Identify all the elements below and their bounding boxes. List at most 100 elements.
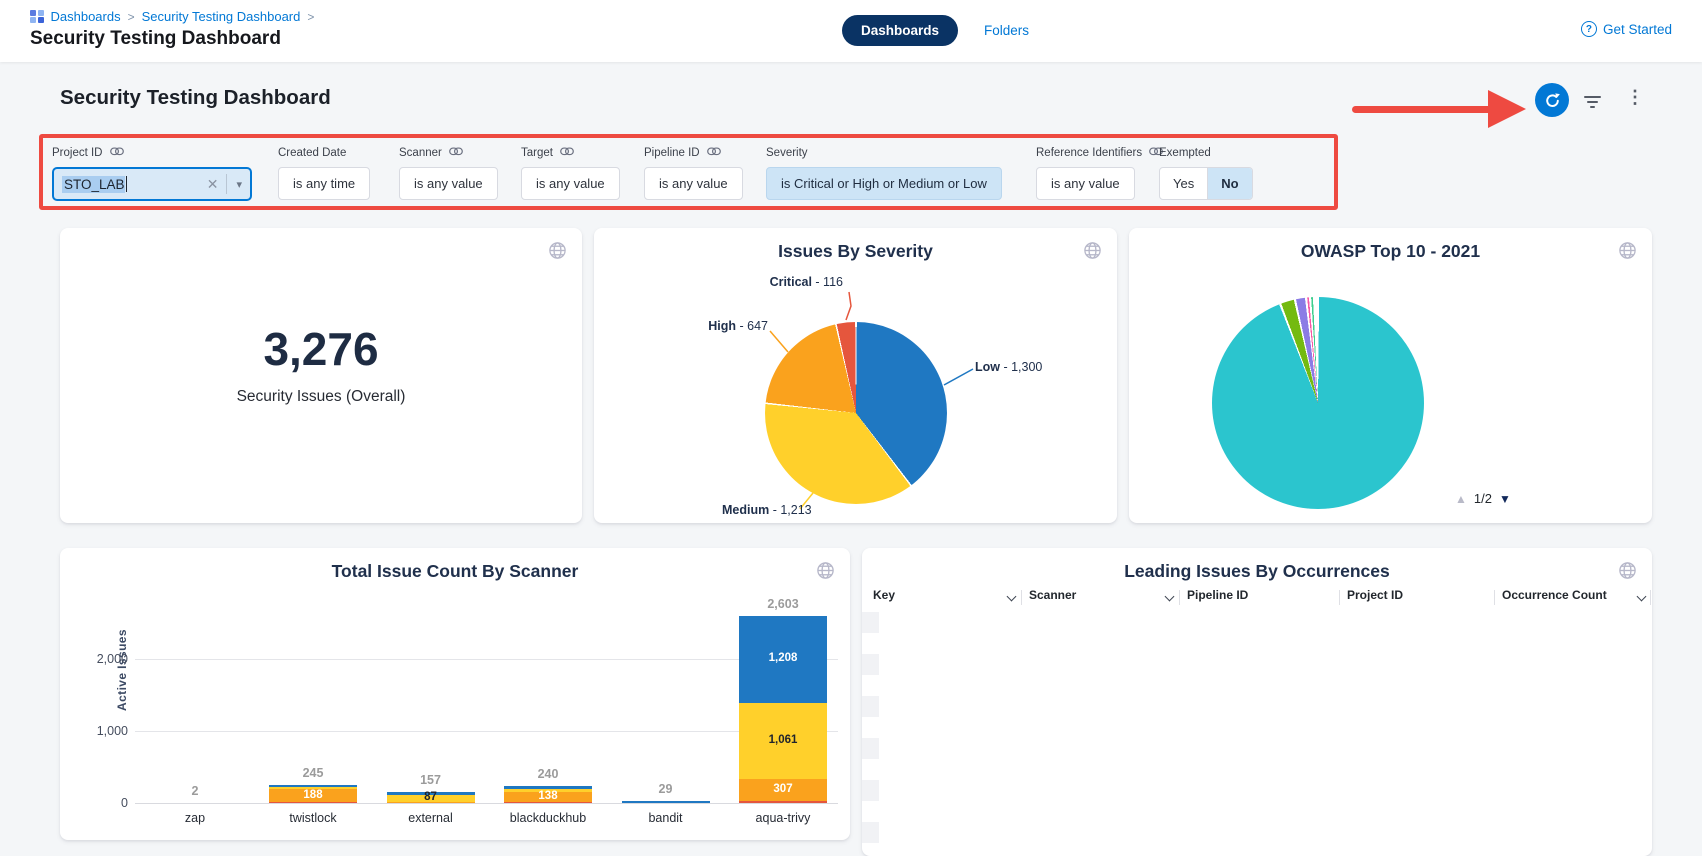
column-separator [1339, 590, 1340, 605]
refresh-icon [1544, 92, 1561, 109]
bar-value-external-medium: 87 [387, 791, 475, 803]
filter-bar: Project ID STO_LAB ✕▾ Created Date is any ti… [0, 146, 1702, 206]
filter-value-target[interactable]: is any value [521, 167, 620, 200]
exempted-option-yes[interactable]: Yes [1160, 168, 1207, 199]
breadcrumb-separator: > [128, 10, 135, 24]
bar-total-external: 157 [376, 773, 486, 787]
filter-label-text: Target [521, 147, 553, 159]
card-total-issue-count-by-scanner: Total Issue Count By Scanner Active Issu… [60, 548, 850, 840]
link-icon [449, 147, 463, 159]
dashboard-filter-icon[interactable] [1583, 96, 1601, 111]
bar-total-aqua-trivy: 2,603 [728, 597, 838, 611]
overall-issues-label: Security Issues (Overall) [237, 388, 406, 406]
owasp-chart-title: OWASP Top 10 - 2021 [1129, 241, 1652, 262]
project-id-value: STO_LAB [62, 176, 125, 193]
annotation-arrow-head [1488, 90, 1526, 128]
pie-label-critical: Critical - 116 [770, 275, 843, 289]
bar-total-blackduckhub: 240 [493, 767, 603, 781]
sort-chevron-icon[interactable] [1637, 592, 1647, 602]
bar-segment-aqua-trivy-critical [739, 801, 827, 803]
bar-segment-bandit-low [622, 801, 710, 803]
card-leading-issues-by-occurrences: Leading Issues By Occurrences KeyScanner… [862, 548, 1652, 856]
page-up-icon[interactable]: ▲ [1455, 492, 1467, 506]
card-owasp-top10: OWASP Top 10 - 2021 ▲ 1/2 ▼ [1129, 228, 1652, 523]
column-header-scanner[interactable]: Scanner [1029, 588, 1076, 602]
exempted-toggle: YesNo [1159, 167, 1253, 200]
filter-label-text: Reference Identifiers [1036, 147, 1142, 159]
y-tick-1000: 1,000 [88, 724, 128, 738]
filter-label-target: Target [521, 146, 620, 159]
filter-label-exempted: Exempted [1159, 146, 1253, 159]
column-separator [1021, 590, 1022, 605]
y-tick-2000: 2,000 [88, 652, 128, 666]
project-id-combobox[interactable]: STO_LAB ✕▾ [52, 167, 252, 201]
tab-folders[interactable]: Folders [984, 23, 1029, 38]
x-label-blackduckhub: blackduckhub [493, 811, 603, 825]
scanner-chart-title: Total Issue Count By Scanner [60, 561, 850, 582]
column-header-project-id[interactable]: Project ID [1347, 588, 1403, 602]
page-down-icon[interactable]: ▼ [1499, 492, 1511, 506]
bar-total-twistlock: 245 [258, 766, 368, 780]
filter-value-severity[interactable]: is Critical or High or Medium or Low [766, 167, 1002, 200]
bar-value-aqua-trivy-low: 1,208 [739, 652, 827, 664]
filter-target: Target is any value [521, 146, 620, 200]
page-title: Security Testing Dashboard [30, 28, 281, 50]
filter-value-scanner[interactable]: is any value [399, 167, 498, 200]
severity-pie[interactable] [765, 322, 947, 504]
bar-segment-blackduckhub-critical [504, 802, 592, 803]
bar-value-blackduckhub-high: 138 [504, 790, 592, 802]
card-issues-by-severity: Issues By Severity Low - 1,300Medium - 1… [594, 228, 1117, 523]
refresh-button[interactable] [1535, 83, 1569, 117]
column-separator [1179, 590, 1180, 605]
bar-value-aqua-trivy-high: 307 [739, 783, 827, 795]
link-icon [110, 147, 124, 159]
filter-reference-identifiers: Reference Identifiers is any value [1036, 146, 1163, 200]
x-label-zap: zap [140, 811, 250, 825]
filter-label-text: Created Date [278, 147, 346, 159]
filter-pipeline-id: Pipeline IDis any value [644, 146, 743, 200]
filter-value-created-date[interactable]: is any time [278, 167, 370, 200]
pie-label-high: High - 647 [708, 319, 768, 333]
severity-chart-title: Issues By Severity [594, 241, 1117, 262]
link-icon [707, 147, 721, 159]
dashboards-grid-icon [30, 10, 44, 24]
breadcrumb: Dashboards > Security Testing Dashboard … [30, 9, 314, 24]
filter-label-text: Project ID [52, 147, 103, 159]
globe-icon [548, 241, 567, 265]
column-separator [1494, 590, 1495, 605]
filter-label-scanner: Scanner [399, 146, 498, 159]
tab-dashboards[interactable]: Dashboards [842, 15, 958, 46]
link-icon [560, 147, 574, 159]
more-options-icon[interactable]: ⋮ [1626, 88, 1644, 108]
occurrences-table-empty-rows [862, 612, 879, 846]
pie-label-medium: Medium - 1,213 [722, 503, 812, 517]
bar-bandit[interactable] [622, 801, 710, 803]
breadcrumb-current-dashboard[interactable]: Security Testing Dashboard [142, 9, 301, 24]
bar-value-twistlock-high: 188 [269, 789, 357, 801]
x-label-external: external [376, 811, 486, 825]
filter-label-created-date: Created Date [278, 146, 370, 159]
breadcrumb-dashboards[interactable]: Dashboards [51, 9, 121, 24]
sort-chevron-icon[interactable] [1007, 592, 1017, 602]
header-nav-tabs: Dashboards Folders [842, 15, 1029, 46]
filter-label-text: Scanner [399, 147, 442, 159]
column-separator [1650, 590, 1651, 605]
filter-value-pipeline-id[interactable]: is any value [644, 167, 743, 200]
chevron-down-icon[interactable]: ▾ [227, 178, 242, 191]
column-header-occurrence-count[interactable]: Occurrence Count [1502, 588, 1607, 602]
exempted-option-no[interactable]: No [1207, 168, 1251, 199]
bar-aqua-trivy[interactable] [739, 616, 827, 803]
gridline-1000 [135, 731, 838, 732]
owasp-pie[interactable] [1212, 297, 1424, 509]
filter-severity: Severityis Critical or High or Medium or… [766, 146, 1002, 200]
clear-icon[interactable]: ✕ [199, 176, 227, 193]
filter-value-reference-identifiers[interactable]: is any value [1036, 167, 1135, 200]
column-header-pipeline-id[interactable]: Pipeline ID [1187, 588, 1248, 602]
column-header-key[interactable]: Key [873, 588, 895, 602]
bar-value-aqua-trivy-medium: 1,061 [739, 734, 827, 746]
sort-chevron-icon[interactable] [1165, 592, 1175, 602]
y-tick-0: 0 [88, 796, 128, 810]
bar-segment-twistlock-critical [269, 802, 357, 803]
get-started-link[interactable]: ? Get Started [1581, 21, 1672, 37]
occurrences-table-header: Key Scanner Pipeline ID Project ID Occurrenc… [862, 588, 1652, 610]
